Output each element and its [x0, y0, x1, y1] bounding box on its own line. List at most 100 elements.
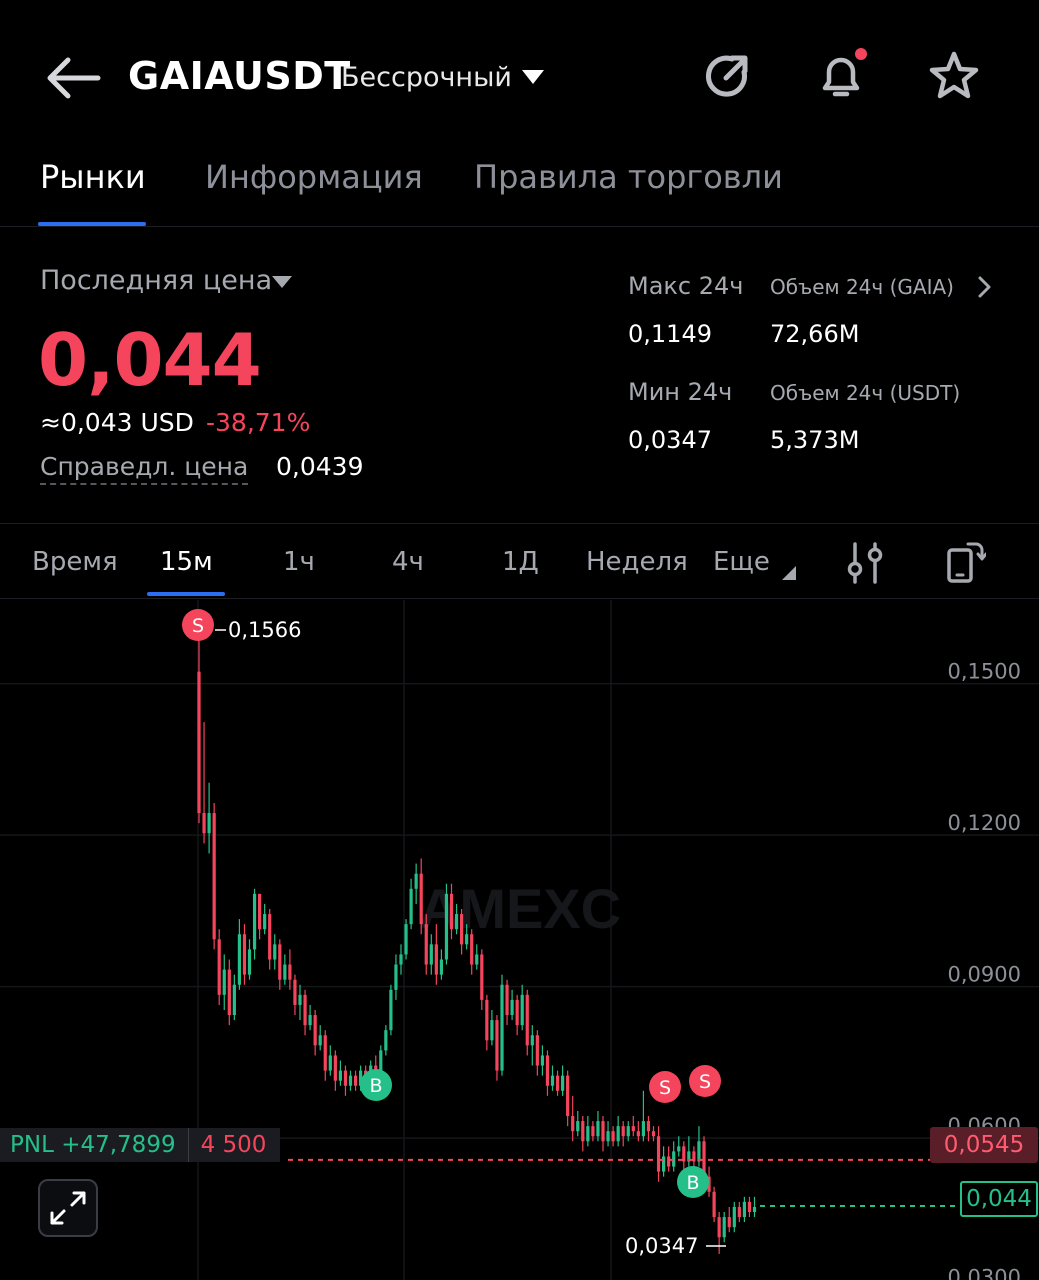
candle-body: [480, 954, 484, 1000]
fair-price-label[interactable]: Справедл. цена: [40, 452, 249, 485]
tf-1d[interactable]: 1Д: [502, 547, 539, 577]
chart-watermark: AMEXC: [419, 877, 621, 940]
candle-body: [283, 964, 287, 980]
alerts-button[interactable]: [813, 48, 869, 104]
caret-down-icon[interactable]: [522, 70, 544, 84]
high-24h-label: Макс 24ч: [628, 272, 744, 300]
candle-body: [616, 1126, 620, 1142]
candle-body: [449, 893, 454, 930]
tf-1h[interactable]: 1ч: [283, 547, 315, 577]
low-24h-value: 0,0347: [628, 426, 712, 454]
candle-body: [197, 671, 201, 814]
arrow-left-icon: [47, 57, 101, 99]
share-button[interactable]: [700, 48, 756, 104]
candle-body: [465, 934, 469, 945]
candle-body: [439, 959, 443, 975]
favorite-button[interactable]: [926, 48, 982, 104]
candle-body: [732, 1206, 736, 1228]
candle-body: [485, 999, 489, 1041]
candle-body: [561, 1075, 565, 1091]
tab-markets[interactable]: Рынки: [40, 158, 146, 196]
contract-type[interactable]: Бессрочный: [341, 62, 512, 93]
candle-body: [566, 1075, 570, 1117]
candle-body: [414, 873, 418, 889]
candle-body: [677, 1146, 681, 1152]
candle-body: [591, 1126, 595, 1137]
candle-body: [288, 964, 292, 980]
candle-body: [737, 1206, 741, 1218]
candle-body: [338, 1070, 342, 1081]
candle-body: [662, 1156, 666, 1172]
trade-marker-label: S: [699, 1071, 711, 1093]
expand-chart-button[interactable]: [38, 1179, 98, 1237]
sliders-icon: [847, 542, 883, 584]
last-price-label[interactable]: Последняя цена: [40, 265, 272, 296]
star-icon: [929, 51, 979, 99]
candle-body: [545, 1055, 550, 1086]
candle-body: [318, 1035, 322, 1046]
candle-body: [500, 984, 504, 1071]
candle-body: [621, 1126, 625, 1137]
candle-body: [510, 999, 514, 1016]
fair-price-value: 0,0439: [276, 452, 364, 481]
back-button[interactable]: [40, 50, 106, 106]
candle-body: [656, 1136, 661, 1172]
candle-body: [232, 984, 236, 1016]
candle-body: [293, 979, 297, 1005]
candle-body: [429, 944, 433, 965]
volume-gaia-label[interactable]: Объем 24ч (GAIA): [770, 275, 954, 299]
rotate-device-icon: [947, 542, 988, 583]
trade-marker-label: B: [686, 1172, 699, 1194]
divider: [0, 226, 1039, 227]
price-chart[interactable]: AMEXC 0,15000,12000,09000,06000,0300 SBS…: [0, 600, 1039, 1280]
candle-body: [530, 1035, 534, 1046]
candle-body: [611, 1131, 615, 1142]
caret-down-icon[interactable]: [272, 276, 292, 288]
tf-more[interactable]: Еще: [713, 547, 770, 577]
candle-body: [409, 888, 413, 925]
candle-body: [419, 873, 423, 925]
tf-4h[interactable]: 4ч: [392, 547, 424, 577]
rotate-screen-button[interactable]: [946, 540, 988, 588]
symbol-title[interactable]: GAIAUSDT: [128, 54, 351, 98]
candle-body: [550, 1075, 555, 1086]
candle-body: [273, 944, 277, 960]
candle-body: [217, 939, 221, 995]
active-timeframe-indicator: [147, 592, 225, 596]
candle-body: [389, 989, 393, 1031]
y-tick-label: 0,1200: [948, 811, 1021, 835]
low-24h-label: Мин 24ч: [628, 378, 733, 406]
tab-trading-rules[interactable]: Правила торговли: [474, 158, 783, 196]
candle-body: [454, 914, 459, 930]
chevron-right-icon[interactable]: [976, 274, 994, 300]
candle-body: [540, 1055, 544, 1066]
divider: [0, 598, 1039, 599]
candle-body: [207, 813, 211, 834]
candle-body: [399, 954, 403, 965]
candle-body: [353, 1075, 358, 1086]
trade-marker-label: B: [369, 1075, 382, 1097]
position-pnl-tag[interactable]: PNL +47,7899 4 500: [0, 1128, 281, 1162]
candle-body: [742, 1201, 746, 1218]
trade-marker-label: S: [659, 1077, 671, 1099]
last-price: 0,044: [38, 318, 262, 402]
candle-body: [606, 1131, 610, 1142]
candle-body: [727, 1217, 731, 1228]
tf-15m[interactable]: 15м: [160, 547, 213, 577]
tf-week[interactable]: Неделя: [586, 547, 688, 577]
candle-body: [596, 1121, 600, 1137]
trade-marker-label: S: [192, 615, 204, 637]
candle-body: [641, 1121, 645, 1137]
caret-icon[interactable]: [782, 566, 796, 580]
tab-info[interactable]: Информация: [205, 158, 423, 196]
y-tick-label: 0,0900: [948, 963, 1021, 987]
y-tick-label: 0,1500: [948, 660, 1021, 684]
tf-time[interactable]: Время: [32, 547, 118, 577]
high-24h-value: 0,1149: [628, 320, 712, 348]
candle-body: [328, 1055, 332, 1071]
candle-body: [752, 1206, 757, 1212]
chart-high-label: 0,1566: [228, 618, 302, 642]
indicator-settings-button[interactable]: [846, 542, 884, 588]
candle-body: [227, 969, 231, 1016]
entry-price-tag: 0,0545: [930, 1127, 1038, 1163]
